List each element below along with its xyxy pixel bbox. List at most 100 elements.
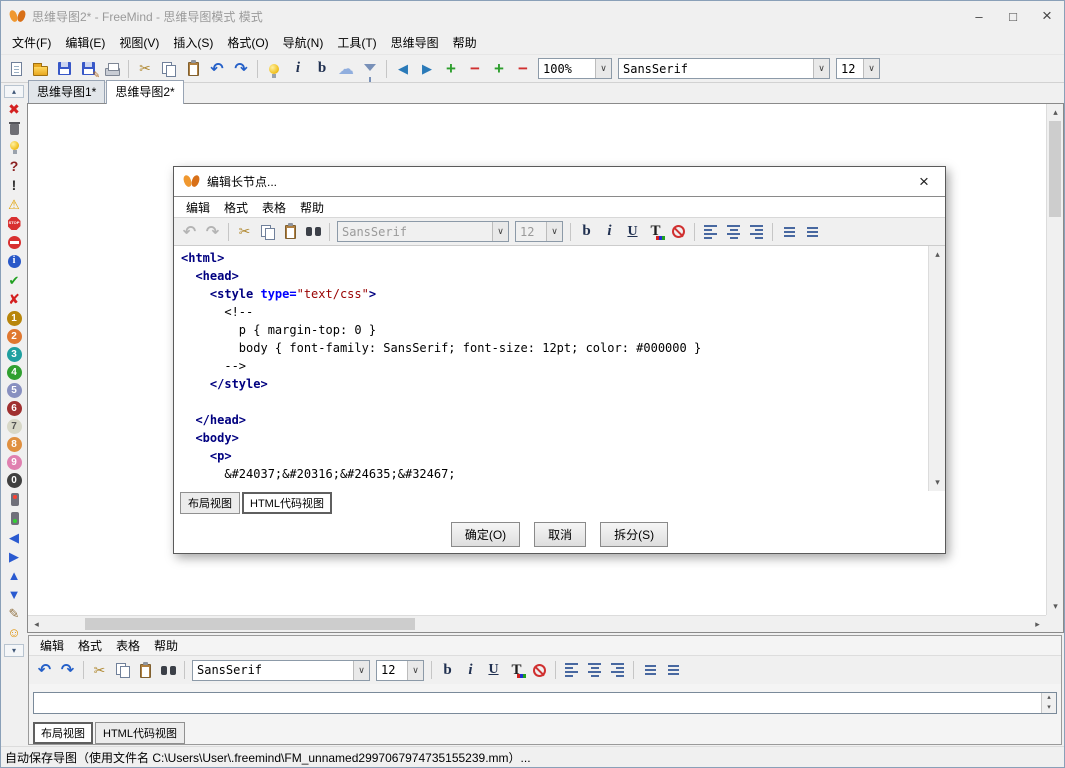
copy-icon[interactable]	[111, 659, 134, 681]
dialog-titlebar[interactable]: 编辑长节点... ×	[174, 167, 945, 197]
canvas-vertical-scrollbar[interactable]: ▴ ▾	[1046, 104, 1063, 615]
titlebar[interactable]: 思维导图2* - FreeMind - 思维导图模式 模式 – □ ×	[1, 1, 1064, 31]
bold-icon[interactable]: b	[575, 221, 598, 243]
undo-icon[interactable]: ↶	[205, 57, 229, 81]
important-icon[interactable]: !	[6, 177, 23, 194]
priority-0-icon[interactable]: 0	[7, 473, 22, 488]
font-color-icon[interactable]: T	[505, 659, 528, 681]
scroll-down-icon[interactable]: ▾	[1047, 598, 1064, 615]
bottom-font-size-select[interactable]: 12 ∨	[376, 660, 424, 681]
menu-edit[interactable]: 编辑(E)	[58, 31, 112, 54]
ok-icon[interactable]: ✔	[6, 272, 23, 289]
underline-icon[interactable]: U	[621, 221, 644, 243]
cloud-icon[interactable]: ☁	[334, 57, 358, 81]
menu-navigate[interactable]: 导航(N)	[276, 31, 331, 54]
scroll-up-icon[interactable]: ▴	[929, 246, 946, 263]
remove-all-icons-icon[interactable]	[6, 120, 23, 137]
menu-view[interactable]: 视图(V)	[112, 31, 166, 54]
code-editor[interactable]: <html> <head> <style type="text/css"> <!…	[174, 246, 945, 491]
scroll-down-icon[interactable]: ▾	[1042, 703, 1056, 713]
dialog-tab-html-view[interactable]: HTML代码视图	[242, 492, 332, 514]
align-right-icon[interactable]	[745, 221, 768, 243]
font-color-icon[interactable]: T	[644, 221, 667, 243]
cut-icon[interactable]: ✂	[233, 221, 256, 243]
tab-mindmap2[interactable]: 思维导图2*	[106, 80, 183, 104]
chevron-down-icon[interactable]: ∨	[863, 59, 879, 78]
not-ok-icon[interactable]: ✘	[6, 291, 23, 308]
priority-8-icon[interactable]: 8	[7, 437, 22, 452]
save-as-icon[interactable]: ✎	[76, 57, 100, 81]
zoom-in-icon[interactable]: +	[439, 57, 463, 81]
find-icon[interactable]	[157, 659, 180, 681]
dialog-close-button[interactable]: ×	[912, 172, 936, 192]
menu-mindmap[interactable]: 思维导图	[384, 31, 446, 54]
remove-format-icon[interactable]	[667, 221, 690, 243]
idea-icon[interactable]	[262, 57, 286, 81]
maximize-button[interactable]: □	[996, 1, 1030, 31]
map-canvas[interactable]: 编辑长节点... × 编辑 格式 表格 帮助 ↶ ↷ ✂	[27, 103, 1064, 633]
redo-icon[interactable]: ↷	[229, 57, 253, 81]
redo-icon[interactable]: ↷	[201, 221, 224, 243]
open-map-icon[interactable]	[28, 57, 52, 81]
cut-icon[interactable]: ✂	[133, 57, 157, 81]
italic-icon[interactable]: i	[286, 57, 310, 81]
scrollbar-thumb[interactable]	[1049, 121, 1061, 217]
numbered-list-icon[interactable]	[800, 221, 823, 243]
cut-icon[interactable]: ✂	[88, 659, 111, 681]
minimize-button[interactable]: –	[962, 1, 996, 31]
closed-icon[interactable]	[6, 234, 23, 251]
forward-arrow-icon[interactable]: ▶	[6, 548, 23, 565]
italic-icon[interactable]: i	[598, 221, 621, 243]
smiley-icon[interactable]: ☺	[6, 624, 23, 641]
paste-icon[interactable]	[279, 221, 302, 243]
copy-icon[interactable]	[157, 57, 181, 81]
new-map-icon[interactable]	[4, 57, 28, 81]
dialog-menu-edit[interactable]: 编辑	[179, 197, 217, 218]
priority-7-icon[interactable]: 7	[7, 419, 22, 434]
remove-icon[interactable]: ✖	[6, 101, 23, 118]
bottom-menu-edit[interactable]: 编辑	[33, 635, 71, 656]
ok-button[interactable]: 确定(O)	[451, 522, 520, 547]
scrollbar-track[interactable]	[1047, 121, 1063, 598]
bottom-menu-table[interactable]: 表格	[109, 635, 147, 656]
italic-icon[interactable]: i	[459, 659, 482, 681]
filter-icon[interactable]	[358, 57, 382, 81]
scroll-up-icon[interactable]: ▴	[1047, 104, 1064, 121]
down-arrow-icon[interactable]: ▼	[6, 586, 23, 603]
redo-icon[interactable]: ↷	[56, 659, 79, 681]
print-icon[interactable]	[100, 57, 124, 81]
bold-icon[interactable]: b	[436, 659, 459, 681]
sidebar-scroll-down-icon[interactable]: ▾	[4, 644, 24, 657]
scrollbar-track[interactable]	[45, 616, 1029, 632]
priority-5-icon[interactable]: 5	[7, 383, 22, 398]
priority-6-icon[interactable]: 6	[7, 401, 22, 416]
stoplight-red-icon[interactable]	[6, 491, 23, 508]
dialog-menu-table[interactable]: 表格	[255, 197, 293, 218]
priority-3-icon[interactable]: 3	[7, 347, 22, 362]
back-arrow-icon[interactable]: ◀	[6, 529, 23, 546]
menu-format[interactable]: 格式(O)	[220, 31, 275, 54]
chevron-down-icon[interactable]: ∨	[407, 661, 423, 680]
dialog-menu-format[interactable]: 格式	[217, 197, 255, 218]
note-input-field[interactable]: ▴ ▾	[33, 692, 1057, 714]
help-icon[interactable]: ?	[6, 158, 23, 175]
menu-tools[interactable]: 工具(T)	[330, 31, 383, 54]
zoom-select[interactable]: 100% ∨	[538, 58, 612, 79]
undo-icon[interactable]: ↶	[33, 659, 56, 681]
align-left-icon[interactable]	[560, 659, 583, 681]
stop-sign-icon[interactable]	[6, 215, 23, 232]
font-size-select[interactable]: 12 ∨	[836, 58, 880, 79]
bold-icon[interactable]: b	[310, 57, 334, 81]
dialog-tab-layout-view[interactable]: 布局视图	[180, 492, 240, 514]
paste-icon[interactable]	[134, 659, 157, 681]
up-arrow-icon[interactable]: ▲	[6, 567, 23, 584]
underline-icon[interactable]: U	[482, 659, 505, 681]
scrollbar-thumb[interactable]	[85, 618, 415, 630]
back-icon[interactable]: ◀	[391, 57, 415, 81]
chevron-down-icon[interactable]: ∨	[353, 661, 369, 680]
forward-icon[interactable]: ▶	[415, 57, 439, 81]
info-icon[interactable]	[6, 253, 23, 270]
priority-1-icon[interactable]: 1	[7, 311, 22, 326]
menu-insert[interactable]: 插入(S)	[166, 31, 220, 54]
warning-icon[interactable]: ⚠	[6, 196, 23, 213]
